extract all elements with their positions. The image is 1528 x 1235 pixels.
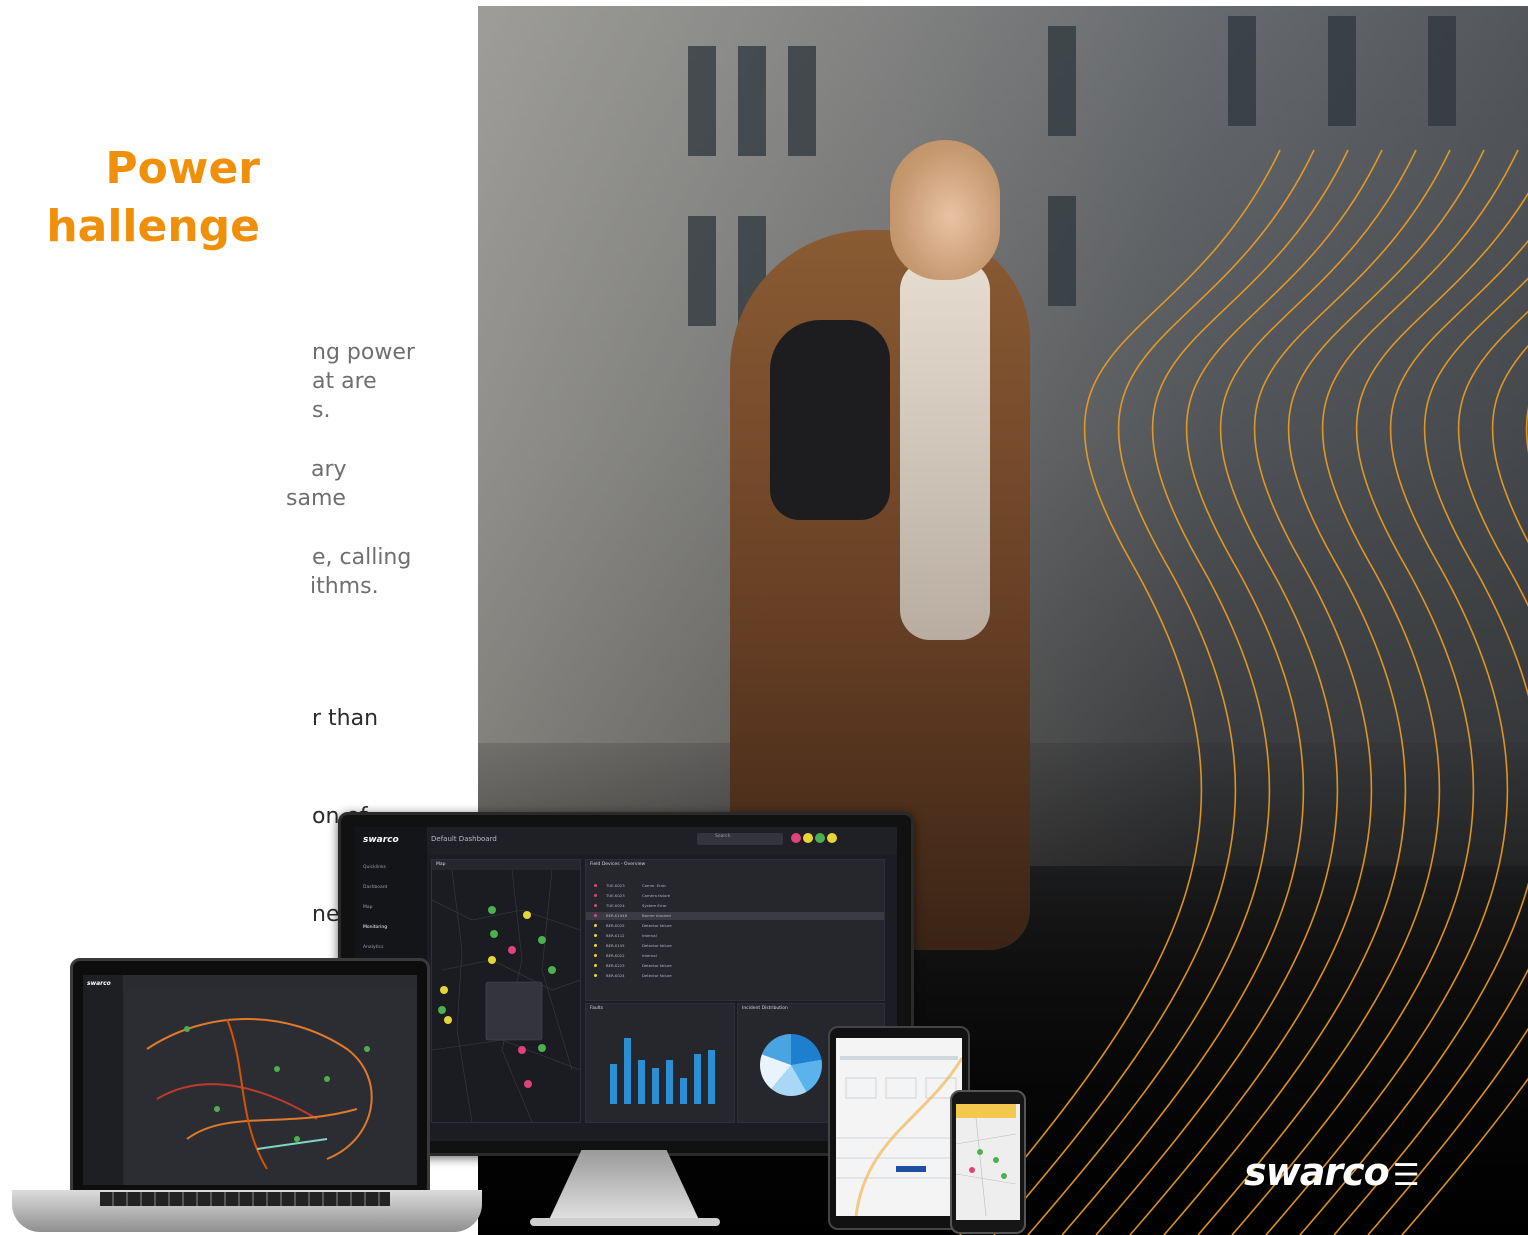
fault-bar xyxy=(624,1038,631,1104)
device-code: BER-K022 xyxy=(606,953,625,958)
faults-panel: Faults xyxy=(585,1003,735,1123)
table-row[interactable]: TUE-K024 System Error xyxy=(586,902,884,910)
phone-map xyxy=(956,1104,1017,1217)
device-code: BER-K223 xyxy=(606,963,625,968)
fault-type: Internal xyxy=(642,933,657,938)
fault-bar xyxy=(694,1054,701,1104)
fault-type: Internal xyxy=(642,953,657,958)
table-row[interactable]: BER-K025 Detector failure xyxy=(586,922,884,930)
fault-bar xyxy=(666,1060,673,1104)
fault-bar xyxy=(680,1078,687,1104)
decorative-curve xyxy=(1231,192,1528,1235)
fault-bar xyxy=(610,1064,617,1104)
laptop-screen: swarco xyxy=(83,975,417,1185)
nav-item-quicklinks[interactable]: Quicklinks xyxy=(363,865,386,870)
status-dot xyxy=(594,884,597,887)
table-row[interactable]: TUE-K023 Comm. Error xyxy=(586,882,884,890)
fault-type: Comm. Error xyxy=(642,883,667,888)
status-dot xyxy=(791,833,801,843)
map-markers xyxy=(431,869,581,1123)
status-dot xyxy=(594,954,597,957)
device-code: BER-K112 xyxy=(606,933,625,938)
table-row[interactable]: BER-K223 Detector failure xyxy=(586,962,884,970)
device-code: BER-K105 xyxy=(606,943,625,948)
fault-type: Barrier blocked xyxy=(642,913,671,918)
status-dot xyxy=(827,833,837,843)
table-row[interactable]: BER-K022 Internal xyxy=(586,952,884,960)
nav-item-monitoring[interactable]: Monitoring xyxy=(363,925,387,930)
incident-pie-chart xyxy=(760,1034,822,1096)
status-indicators xyxy=(791,833,845,845)
fault-type: Detector failure xyxy=(642,963,672,968)
fault-bar xyxy=(652,1068,659,1104)
status-dot xyxy=(594,904,597,907)
map-view[interactable] xyxy=(431,869,581,1123)
status-dot xyxy=(594,924,597,927)
swarco-logo: swarco ☰ xyxy=(1244,1150,1420,1194)
laptop-keyboard xyxy=(100,1192,390,1206)
nav-item-dashboard[interactable]: Dashboard xyxy=(363,885,387,890)
table-panel-title: Field Devices - Overview xyxy=(590,862,646,867)
logo-wordmark: swarco xyxy=(1244,1150,1390,1194)
device-code: BER-K025 xyxy=(606,923,625,928)
search-placeholder: Search xyxy=(715,834,731,839)
table-row[interactable]: BER-K112 Internal xyxy=(586,932,884,940)
laptop-map[interactable] xyxy=(127,989,417,1185)
phone-device xyxy=(950,1090,1026,1234)
status-dot xyxy=(594,944,597,947)
status-dot xyxy=(594,914,597,917)
status-dot xyxy=(803,833,813,843)
status-dot xyxy=(594,974,597,977)
dashboard-topbar: Default Dashboard Search xyxy=(427,827,897,855)
status-dot xyxy=(594,894,597,897)
fault-type: Detector failure xyxy=(642,923,672,928)
status-dot xyxy=(815,833,825,843)
dashboard-logo: swarco xyxy=(363,835,399,845)
dashboard-search[interactable]: Search xyxy=(697,833,783,845)
decorative-curve xyxy=(959,149,1281,1235)
field-devices-panel: Field Devices - Overview TUE-K023 Comm. E… xyxy=(585,859,885,1001)
phone-screen xyxy=(956,1104,1020,1220)
table-row[interactable]: BER-K1946 Barrier blocked xyxy=(586,912,884,920)
nav-item-map[interactable]: Map xyxy=(363,905,373,910)
faults-panel-title: Faults xyxy=(590,1006,604,1011)
fault-type: Detector failure xyxy=(642,973,672,978)
incident-panel-title: Incident Distribution xyxy=(742,1006,788,1011)
table-row[interactable]: BER-K105 Detector failure xyxy=(586,942,884,950)
laptop-sidebar: swarco xyxy=(83,975,123,1185)
fault-bar xyxy=(708,1050,715,1104)
dashboard-screen: swarco Quicklinks Dashboard Map Monitori… xyxy=(355,827,897,1141)
device-code: TUE-K023 xyxy=(606,883,625,888)
monitor-base xyxy=(530,1218,720,1226)
map-panel-title: Map xyxy=(436,862,446,867)
table-row[interactable]: TUE-K023 Camera failure xyxy=(586,892,884,900)
fault-bar xyxy=(638,1060,645,1104)
laptop-device: swarco xyxy=(70,958,430,1196)
dashboard-title[interactable]: Default Dashboard xyxy=(431,835,497,843)
fault-type: Detector failure xyxy=(642,943,672,948)
device-code: BER-K1946 xyxy=(606,913,628,918)
status-dot xyxy=(594,964,597,967)
tablet-screen xyxy=(836,1038,962,1216)
fault-type: System Error xyxy=(642,903,667,908)
device-code: BER-K024 xyxy=(606,973,625,978)
laptop-logo: swarco xyxy=(87,980,111,987)
tablet-device xyxy=(828,1026,970,1230)
map-panel: Map xyxy=(431,859,581,1123)
device-code: TUE-K024 xyxy=(606,903,625,908)
laptop-map-routes xyxy=(146,1018,373,1170)
status-dot xyxy=(594,934,597,937)
decorative-curve xyxy=(1265,239,1528,1235)
fault-type: Camera failure xyxy=(642,893,671,898)
nav-item-analytics[interactable]: Analytics xyxy=(363,945,383,950)
table-row[interactable]: BER-K024 Detector failure xyxy=(586,972,884,980)
tablet-diagram xyxy=(836,1056,962,1216)
device-code: TUE-K023 xyxy=(606,893,625,898)
logo-chevron-icon: ☰ xyxy=(1392,1158,1420,1193)
